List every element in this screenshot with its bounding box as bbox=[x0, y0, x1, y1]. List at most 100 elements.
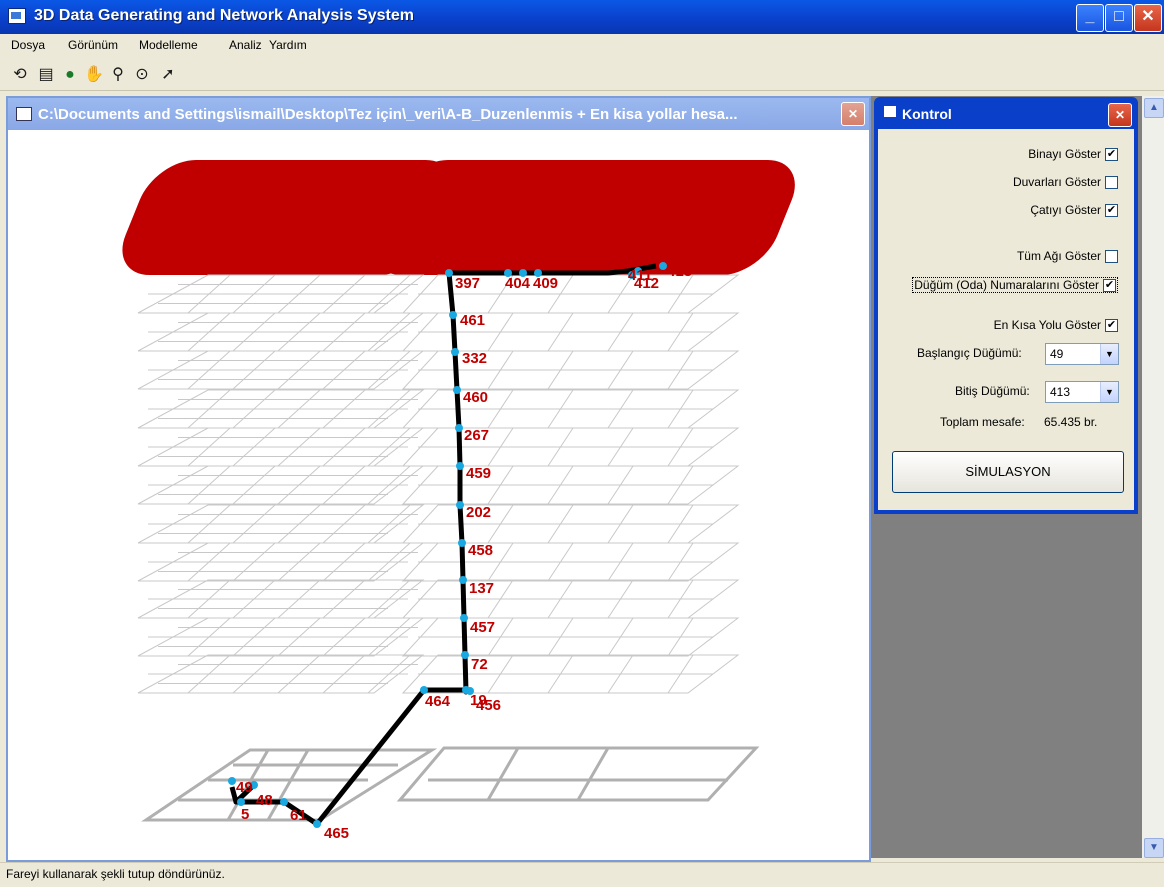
start-node-label: Başlangıç Düğümü: bbox=[917, 346, 1022, 360]
menu-yardim[interactable]: Yardım bbox=[269, 38, 307, 52]
model-view-title: C:\Documents and Settings\ismail\Desktop… bbox=[38, 106, 738, 123]
node-label: 332 bbox=[462, 350, 487, 367]
3d-building-canvas[interactable]: 397 404 409 411 412 413 461 332 460 267 … bbox=[8, 130, 869, 860]
model-view-window[interactable]: C:\Documents and Settings\ismail\Desktop… bbox=[6, 96, 871, 862]
panel-icon bbox=[884, 106, 896, 117]
control-panel-title: Kontrol bbox=[902, 106, 952, 122]
node-label: 457 bbox=[470, 619, 495, 636]
node-label: 413 bbox=[667, 263, 692, 280]
show-node-numbers-label: Düğüm (Oda) Numaralarını Göster bbox=[914, 278, 1099, 292]
node-label: 397 bbox=[455, 275, 480, 292]
node-label: 48 bbox=[256, 792, 273, 809]
building-floors bbox=[137, 274, 740, 694]
show-roof-row[interactable]: Çatıyı Göster ✔ bbox=[1030, 203, 1118, 218]
route-node bbox=[456, 462, 464, 470]
menu-dosya[interactable]: Dosya bbox=[11, 38, 45, 52]
scroll-down-icon[interactable]: ▼ bbox=[1144, 838, 1164, 858]
route-node bbox=[449, 311, 457, 319]
start-node-value: 49 bbox=[1050, 347, 1064, 361]
show-walls-row[interactable]: Duvarları Göster bbox=[1013, 175, 1118, 190]
node-label: 461 bbox=[460, 312, 485, 329]
node-label: 49 bbox=[236, 779, 253, 796]
show-roof-checkbox[interactable]: ✔ bbox=[1105, 204, 1118, 218]
node-label: 72 bbox=[471, 656, 488, 673]
layers-icon[interactable]: ▤ bbox=[36, 65, 56, 85]
show-node-numbers-checkbox[interactable]: ✔ bbox=[1103, 279, 1116, 293]
start-node-select[interactable]: 49 ▼ bbox=[1045, 343, 1119, 365]
orbit-icon[interactable]: ⊙ bbox=[132, 65, 152, 85]
menu-analiz[interactable]: Analiz bbox=[229, 38, 262, 52]
route-node bbox=[453, 386, 461, 394]
route-node bbox=[458, 539, 466, 547]
select-pointer-icon[interactable]: ➚ bbox=[158, 65, 178, 85]
node-label: 409 bbox=[533, 275, 558, 292]
node-label: 465 bbox=[324, 825, 349, 842]
route-node bbox=[459, 576, 467, 584]
end-node-label: Bitiş Düğümü: bbox=[955, 384, 1030, 398]
route-node bbox=[460, 614, 468, 622]
end-node-select[interactable]: 413 ▼ bbox=[1045, 381, 1119, 403]
menu-gorunum[interactable]: Görünüm bbox=[68, 38, 118, 52]
globe-icon[interactable]: ● bbox=[60, 65, 80, 85]
model-view-close-button[interactable]: ✕ bbox=[841, 102, 865, 126]
end-node-value: 413 bbox=[1050, 385, 1071, 399]
show-network-label: Tüm Ağı Göster bbox=[1016, 249, 1101, 263]
scroll-up-icon[interactable]: ▲ bbox=[1144, 98, 1164, 118]
show-network-checkbox[interactable] bbox=[1105, 250, 1118, 264]
chevron-down-icon[interactable]: ▼ bbox=[1100, 344, 1118, 364]
title-bar[interactable]: 3D Data Generating and Network Analysis … bbox=[0, 0, 1164, 34]
route-node bbox=[445, 269, 453, 277]
show-building-checkbox[interactable]: ✔ bbox=[1105, 148, 1118, 162]
roof bbox=[122, 160, 795, 275]
model-view-title-bar[interactable]: C:\Documents and Settings\ismail\Desktop… bbox=[8, 98, 869, 130]
chevron-down-icon[interactable]: ▼ bbox=[1100, 382, 1118, 402]
rotate-icon[interactable]: ⟲ bbox=[10, 65, 30, 85]
route-nodes bbox=[228, 262, 667, 828]
route-node bbox=[280, 798, 288, 806]
toolbar: ⟲ ▤ ● ✋ ⚲ ⊙ ➚ bbox=[0, 58, 1164, 91]
show-shortest-path-label: En Kısa Yolu Göster bbox=[993, 318, 1101, 332]
show-building-row[interactable]: Binayı Göster ✔ bbox=[1028, 147, 1118, 162]
show-building-label: Binayı Göster bbox=[1028, 147, 1101, 161]
node-label: 5 bbox=[241, 806, 249, 823]
document-icon bbox=[16, 107, 32, 121]
total-distance-value: 65.435 br. bbox=[1044, 415, 1098, 429]
node-label: 456 bbox=[476, 697, 501, 714]
route-node bbox=[455, 424, 463, 432]
minimize-button[interactable]: _ bbox=[1076, 4, 1104, 32]
route-node bbox=[228, 777, 236, 785]
node-label: 458 bbox=[468, 542, 493, 559]
maximize-button[interactable]: □ bbox=[1105, 4, 1133, 32]
show-node-numbers-row[interactable]: Düğüm (Oda) Numaralarını Göster ✔ bbox=[912, 277, 1118, 294]
window-title: 3D Data Generating and Network Analysis … bbox=[34, 7, 414, 24]
route-node bbox=[313, 820, 321, 828]
node-label: 459 bbox=[466, 465, 491, 482]
show-shortest-path-checkbox[interactable]: ✔ bbox=[1105, 319, 1118, 333]
route-node bbox=[461, 651, 469, 659]
zoom-icon[interactable]: ⚲ bbox=[108, 65, 128, 85]
show-shortest-path-row[interactable]: En Kısa Yolu Göster ✔ bbox=[993, 318, 1118, 333]
node-label: 404 bbox=[505, 275, 531, 292]
vertical-scrollbar[interactable]: ▲ ▼ bbox=[1142, 96, 1164, 858]
hand-pan-icon[interactable]: ✋ bbox=[84, 65, 104, 85]
control-panel-close-button[interactable]: ✕ bbox=[1108, 103, 1132, 127]
node-label: 61 bbox=[290, 807, 307, 824]
node-label: 460 bbox=[463, 389, 488, 406]
status-bar: Fareyi kullanarak şekli tutup döndürünüz… bbox=[0, 862, 1164, 887]
show-network-row[interactable]: Tüm Ağı Göster bbox=[1016, 249, 1118, 264]
status-text: Fareyi kullanarak şekli tutup döndürünüz… bbox=[6, 867, 225, 881]
show-roof-label: Çatıyı Göster bbox=[1030, 203, 1101, 217]
app-icon[interactable] bbox=[8, 8, 26, 24]
close-button[interactable]: ✕ bbox=[1134, 4, 1162, 32]
node-label: 267 bbox=[464, 427, 489, 444]
menu-bar: Dosya Görünüm Modelleme Analiz Yardım bbox=[0, 34, 1164, 58]
show-walls-checkbox[interactable] bbox=[1105, 176, 1118, 190]
control-panel: Kontrol ✕ Binayı Göster ✔ Duvarları Göste… bbox=[874, 97, 1138, 514]
node-label: 202 bbox=[466, 504, 491, 521]
route-node bbox=[659, 262, 667, 270]
control-panel-body: Binayı Göster ✔ Duvarları Göster Çatıyı G… bbox=[878, 129, 1134, 510]
simulation-button[interactable]: SİMULASYON bbox=[892, 451, 1124, 493]
route-node bbox=[456, 501, 464, 509]
total-distance-label: Toplam mesafe: bbox=[940, 415, 1025, 429]
menu-modelleme[interactable]: Modelleme bbox=[139, 38, 198, 52]
